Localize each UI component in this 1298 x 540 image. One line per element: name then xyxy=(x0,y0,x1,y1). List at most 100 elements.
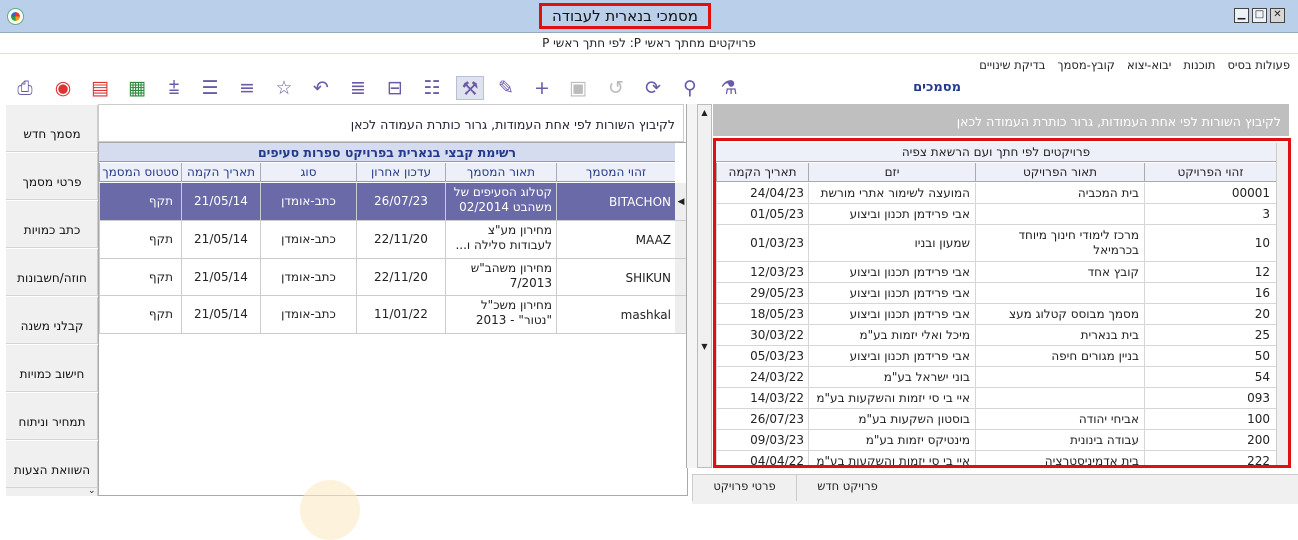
maximize-icon[interactable]: □ xyxy=(1252,8,1267,23)
col-status[interactable]: סטטוס המסמך xyxy=(99,163,181,182)
cell-entrepreneur: אבי פרידמן תכנון וביצוע xyxy=(808,346,975,366)
cell-created: 24/03/22 xyxy=(716,367,808,387)
col-doc-desc[interactable]: תאור המסמך xyxy=(445,163,556,182)
indent-icon[interactable]: ⊟ xyxy=(384,76,406,100)
panel-splitter[interactable] xyxy=(686,104,697,468)
cell-code: 100 xyxy=(1144,409,1276,429)
table-row[interactable]: 50 בניין מגורים חיפה אבי פרידמן תכנון וביצ… xyxy=(716,346,1276,367)
documents-grid-header: זהוי המסמך תאור המסמך עדכון אחרון סוג תא… xyxy=(99,163,675,182)
tab-new-project[interactable]: פרויקט חדש xyxy=(796,475,898,501)
lines-icon[interactable]: ☰ xyxy=(199,76,221,100)
col-entrepreneur[interactable]: יזם xyxy=(808,163,975,182)
nav-subcontractors[interactable]: קבלני משנה xyxy=(6,296,98,344)
table-row[interactable]: BITACHON קטלוג הסעיפים של משהבט 02/2014 … xyxy=(99,183,675,221)
cell-code: 00001 xyxy=(1144,183,1276,203)
insert-lines-icon[interactable]: ≡ xyxy=(236,76,258,100)
search-icon[interactable]: ⚲ xyxy=(679,76,701,100)
cell-created: 05/03/23 xyxy=(716,346,808,366)
cell-entrepreneur: איי בי סי יזמות והשקעות בע"מ xyxy=(808,451,975,465)
close-icon[interactable]: ✕ xyxy=(1270,8,1285,23)
section-title: מסמכים xyxy=(913,80,961,95)
menu-import-export[interactable]: יבוא-יצוא xyxy=(1127,58,1171,76)
save-icon[interactable]: ▣ xyxy=(567,76,589,100)
pdf-icon[interactable]: ▤ xyxy=(89,76,111,100)
col-last-update[interactable]: עדכון אחרון xyxy=(356,163,445,182)
cell-entrepreneur: איי בי סי יזמות והשקעות בע"מ xyxy=(808,388,975,408)
tab-project-details[interactable]: פרטי פרויקט xyxy=(692,475,796,501)
filter-icon[interactable]: ⚗ xyxy=(718,76,740,100)
nav-compare-offers[interactable]: השוואת הצעות xyxy=(6,440,98,488)
table-row[interactable]: 12 קובץ אחד אבי פרידמן תכנון וביצוע 12/03/2… xyxy=(716,262,1276,283)
printer-icon[interactable]: ⎙ xyxy=(14,76,36,100)
cell-desc: מסמך מבוסס קטלוג מעצ xyxy=(975,304,1144,324)
toolbar: ⎙ ◉ ▤ ▦ ⩲ ☰ ≡ ☆ ↶ ≣ ⊟ ☷ ⚒ ✎ + ▣ ↺ ⟳ ⚲ ⚗ xyxy=(12,74,742,104)
cell-desc xyxy=(975,204,1144,224)
add-lines-icon[interactable]: ⩲ xyxy=(163,76,185,100)
table-row[interactable]: 100 אביחי יהודה בוסטון השקעות בע"מ 26/07/23 xyxy=(716,409,1276,430)
right-group-hint[interactable]: לקיבוץ השורות לפי אחת העמודות, גרור כותר… xyxy=(713,104,1289,136)
col-project-code[interactable]: זהוי הפרויקט xyxy=(1144,163,1276,182)
cell-created: 24/04/23 xyxy=(716,183,808,203)
col-doc-code[interactable]: זהוי המסמך xyxy=(556,163,675,182)
projects-scrollbar[interactable] xyxy=(1276,143,1288,465)
nav-new-document[interactable]: מסמך חדש xyxy=(6,104,98,152)
left-group-hint[interactable]: לקיבוץ השורות לפי אחת העמודות, גרור כותר… xyxy=(98,104,684,142)
table-row[interactable]: 222 בית אדמיניסטרציה איי בי סי יזמות והשקע… xyxy=(716,451,1276,465)
refresh-icon[interactable]: ⟳ xyxy=(642,76,664,100)
table-row[interactable]: 25 בית בנארית מיכל ואלי יזמות בע"מ 30/03/22 xyxy=(716,325,1276,346)
table-row[interactable]: 00001 בית המכביה המועצה לשימור אתרי מורשת 2… xyxy=(716,183,1276,204)
table-row[interactable]: 093 איי בי סי יזמות והשקעות בע"מ 14/03/22 xyxy=(716,388,1276,409)
checklist-icon[interactable]: ☷ xyxy=(421,76,443,100)
tools-icon[interactable]: ⚒ xyxy=(456,76,484,100)
table-row[interactable]: mashkal מחירון משכ"ל "נטור" - 2013 11/01… xyxy=(99,296,675,334)
table-row[interactable]: MAAZ מחירון מע"צ לעבודות סלילה ו... 22/1… xyxy=(99,221,675,259)
menu-file-document[interactable]: קובץ-מסמך xyxy=(1057,58,1115,76)
table-row[interactable]: 10 מרכז לימודי חינוך מיוחד בכרמיאל שמעון ו… xyxy=(716,225,1276,262)
cell-entrepreneur: מינטיקס יזמות בע"מ xyxy=(808,430,975,450)
cell-entrepreneur: בוני ישראל בע"מ xyxy=(808,367,975,387)
nav-pricing-analysis[interactable]: תמחיר וניתוח xyxy=(6,392,98,440)
col-type[interactable]: סוג xyxy=(260,163,356,182)
projects-grid: פרויקטים לפי חתך ועם הרשאת צפיה זהוי הפר… xyxy=(713,138,1291,468)
star-icon[interactable]: ☆ xyxy=(273,76,295,100)
right-panel-scrollbar[interactable]: ▲ ▼ xyxy=(697,104,712,468)
scroll-down-icon[interactable]: ▼ xyxy=(698,339,711,354)
cell-created: 12/03/23 xyxy=(716,262,808,282)
cell-created: 01/03/23 xyxy=(716,225,808,261)
scroll-up-icon[interactable]: ▲ xyxy=(698,105,711,120)
table-row[interactable]: 16 אבי פרידמן תכנון וביצוע 29/05/23 xyxy=(716,283,1276,304)
minimize-icon[interactable]: ▁ xyxy=(1234,8,1249,23)
nav-contract-invoices[interactable]: חוזה/חשבונות xyxy=(6,248,98,296)
cell-desc: בניין מגורים חיפה xyxy=(975,346,1144,366)
cell-desc: בית המכביה xyxy=(975,183,1144,203)
col-created[interactable]: תאריך הקמה xyxy=(181,163,260,182)
col-project-created[interactable]: תאריך הקמה xyxy=(716,163,808,182)
nav-quantity-calc[interactable]: חישוב כמויות xyxy=(6,344,98,392)
menu-basic-actions[interactable]: פעולות בסיס xyxy=(1227,58,1290,76)
nav-bill-of-quantities[interactable]: כתב כמויות xyxy=(6,200,98,248)
cell-desc: בית אדמיניסטרציה xyxy=(975,451,1144,465)
list-icon[interactable]: ≣ xyxy=(347,76,369,100)
cell-desc xyxy=(975,388,1144,408)
cell-created: 01/05/23 xyxy=(716,204,808,224)
table-row[interactable]: 54 בוני ישראל בע"מ 24/03/22 xyxy=(716,367,1276,388)
chevron-down-icon[interactable]: ⌄ xyxy=(88,486,96,496)
table-row[interactable]: SHIKUN מחירון משהב"ש 7/2013 22/11/20 כתב… xyxy=(99,259,675,296)
undo-star-icon[interactable]: ↶ xyxy=(310,76,332,100)
add-icon[interactable]: + xyxy=(531,76,553,100)
documents-grid-title: רשימת קבצי בנארית בפרויקט ספרות סעיפים xyxy=(99,143,675,162)
table-row[interactable]: 200 עבודה בינונית מינטיקס יזמות בע"מ 09/03/… xyxy=(716,430,1276,451)
table-row[interactable]: 20 מסמך מבוסס קטלוג מעצ אבי פרידמן תכנון ו… xyxy=(716,304,1276,325)
preview-icon[interactable]: ◉ xyxy=(52,76,74,100)
cell-entrepreneur: שמעון ובניו xyxy=(808,225,975,261)
cell-created: 09/03/23 xyxy=(716,430,808,450)
cell-code: 20 xyxy=(1144,304,1276,324)
menu-check-changes[interactable]: בדיקת שינויים xyxy=(979,58,1045,76)
excel-icon[interactable]: ▦ xyxy=(126,76,148,100)
table-row[interactable]: 3 אבי פרידמן תכנון וביצוע 01/05/23 xyxy=(716,204,1276,225)
edit-icon[interactable]: ✎ xyxy=(495,76,517,100)
nav-document-details[interactable]: פרטי מסמך xyxy=(6,152,98,200)
menu-programs[interactable]: תוכנות xyxy=(1183,58,1215,76)
col-project-desc[interactable]: תאור הפרויקט xyxy=(975,163,1144,182)
undo-icon[interactable]: ↺ xyxy=(605,76,627,100)
